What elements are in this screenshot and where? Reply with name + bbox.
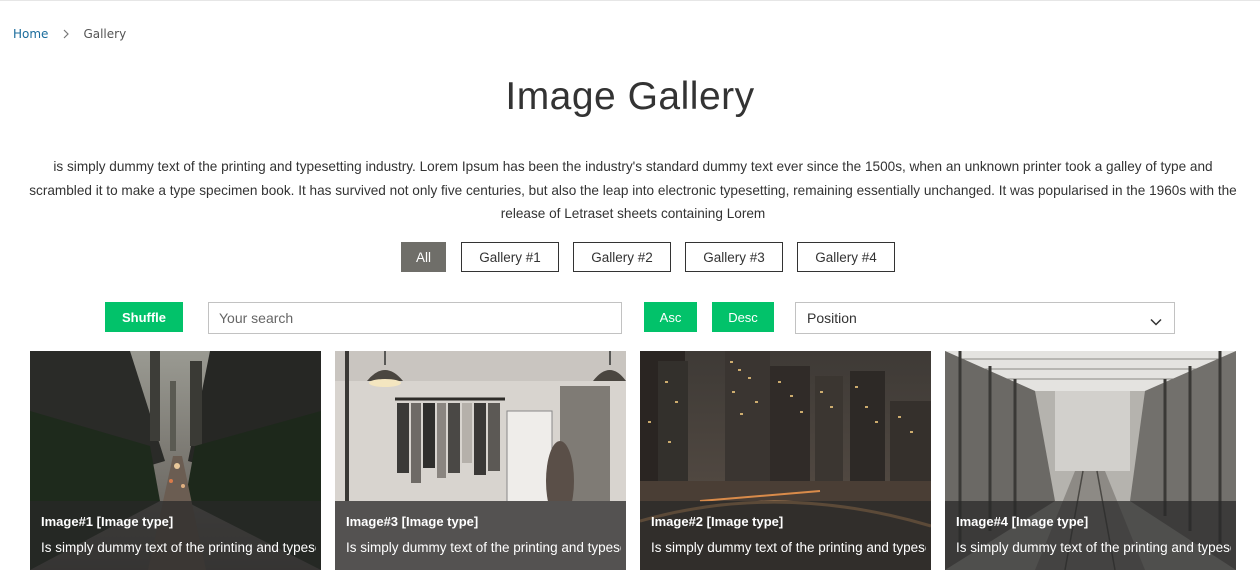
gallery-card[interactable]: Image#3 [Image type] Is simply dummy tex… <box>335 351 626 570</box>
card-text: Is simply dummy text of the printing and… <box>346 540 621 555</box>
sort-by-select[interactable]: Position <box>795 302 1175 334</box>
card-caption-overlay <box>335 501 626 570</box>
filter-gallery-2-button[interactable]: Gallery #2 <box>573 242 671 272</box>
card-caption-overlay <box>945 501 1236 570</box>
breadcrumb: Home Gallery <box>13 27 126 41</box>
filter-gallery-4-button[interactable]: Gallery #4 <box>797 242 895 272</box>
sort-desc-button[interactable]: Desc <box>712 302 774 332</box>
chevron-right-icon <box>63 29 70 39</box>
gallery-grid: Image#1 [Image type] Is simply dummy tex… <box>0 351 1260 578</box>
search-input[interactable] <box>208 302 622 334</box>
card-title: Image#1 [Image type] <box>41 514 174 529</box>
gallery-card[interactable]: Image#4 [Image type] Is simply dummy tex… <box>945 351 1236 570</box>
card-title: Image#2 [Image type] <box>651 514 784 529</box>
sort-by-selected-value: Position <box>807 310 857 326</box>
card-caption-overlay <box>30 501 321 570</box>
card-text: Is simply dummy text of the printing and… <box>651 540 926 555</box>
card-title: Image#4 [Image type] <box>956 514 1089 529</box>
filter-gallery-3-button[interactable]: Gallery #3 <box>685 242 783 272</box>
gallery-filter-bar: All Gallery #1 Gallery #2 Gallery #3 Gal… <box>0 242 1260 272</box>
breadcrumb-home-link[interactable]: Home <box>13 27 48 41</box>
page-description: is simply dummy text of the printing and… <box>29 159 1237 221</box>
top-divider <box>0 0 1260 1</box>
gallery-card[interactable]: Image#2 [Image type] Is simply dummy tex… <box>640 351 931 570</box>
gallery-controls: Shuffle Asc Desc Position <box>0 302 1260 334</box>
card-text: Is simply dummy text of the printing and… <box>956 540 1231 555</box>
filter-all-button[interactable]: All <box>401 242 446 272</box>
chevron-down-icon <box>1150 313 1162 329</box>
card-title: Image#3 [Image type] <box>346 514 479 529</box>
breadcrumb-current: Gallery <box>83 27 127 41</box>
card-text: Is simply dummy text of the printing and… <box>41 540 316 555</box>
page-title: Image Gallery <box>505 75 755 118</box>
gallery-card[interactable]: Image#1 [Image type] Is simply dummy tex… <box>30 351 321 570</box>
filter-gallery-1-button[interactable]: Gallery #1 <box>461 242 559 272</box>
sort-asc-button[interactable]: Asc <box>644 302 697 332</box>
card-caption-overlay <box>640 501 931 570</box>
shuffle-button[interactable]: Shuffle <box>105 302 183 332</box>
